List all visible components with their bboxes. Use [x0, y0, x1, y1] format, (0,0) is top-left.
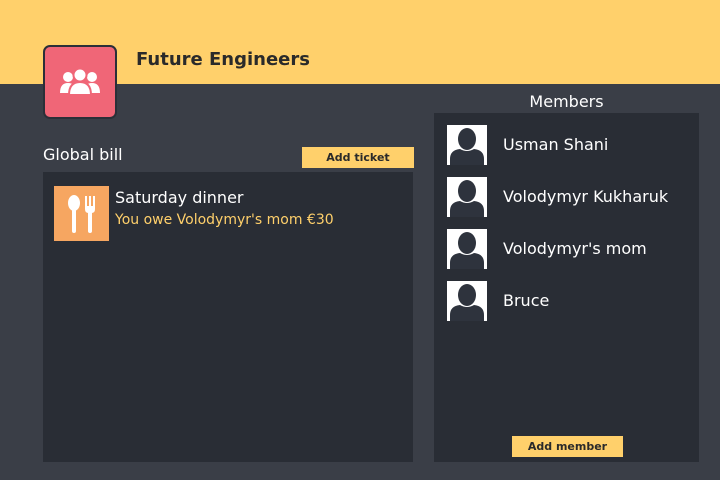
- add-member-button[interactable]: Add member: [512, 436, 623, 457]
- user-silhouette-icon: [450, 180, 484, 217]
- member-item[interactable]: Volodymyr's mom: [447, 229, 692, 269]
- member-name: Volodymyr Kukharuk: [503, 187, 669, 206]
- member-item[interactable]: Bruce: [447, 281, 692, 321]
- member-avatar: [447, 281, 487, 321]
- add-ticket-button[interactable]: Add ticket: [302, 147, 414, 168]
- ticket-title: Saturday dinner: [115, 188, 244, 207]
- member-avatar: [447, 177, 487, 217]
- member-item[interactable]: Volodymyr Kukharuk: [447, 177, 692, 217]
- member-name: Usman Shani: [503, 135, 609, 154]
- members-panel: Usman Shani Volodymyr Kukharuk Volodymyr…: [434, 113, 699, 462]
- group-avatar[interactable]: [43, 45, 117, 119]
- members-title: Members: [529, 92, 604, 111]
- global-bill-title: Global bill: [43, 145, 123, 164]
- ticket-item[interactable]: Saturday dinner You owe Volodymyr's mom …: [54, 186, 404, 242]
- member-avatar: [447, 125, 487, 165]
- group-title: Future Engineers: [136, 49, 310, 70]
- member-name: Volodymyr's mom: [503, 239, 647, 258]
- ticket-owe-summary: You owe Volodymyr's mom €30: [115, 212, 334, 228]
- user-silhouette-icon: [450, 128, 484, 165]
- user-silhouette-icon: [450, 284, 484, 321]
- user-silhouette-icon: [450, 232, 484, 269]
- member-name: Bruce: [503, 291, 550, 310]
- spoon-fork-icon: [67, 194, 95, 233]
- member-avatar: [447, 229, 487, 269]
- ticket-icon-tile: [54, 186, 109, 241]
- member-item[interactable]: Usman Shani: [447, 125, 692, 165]
- bill-panel: Saturday dinner You owe Volodymyr's mom …: [43, 172, 413, 462]
- group-people-icon: [60, 67, 100, 96]
